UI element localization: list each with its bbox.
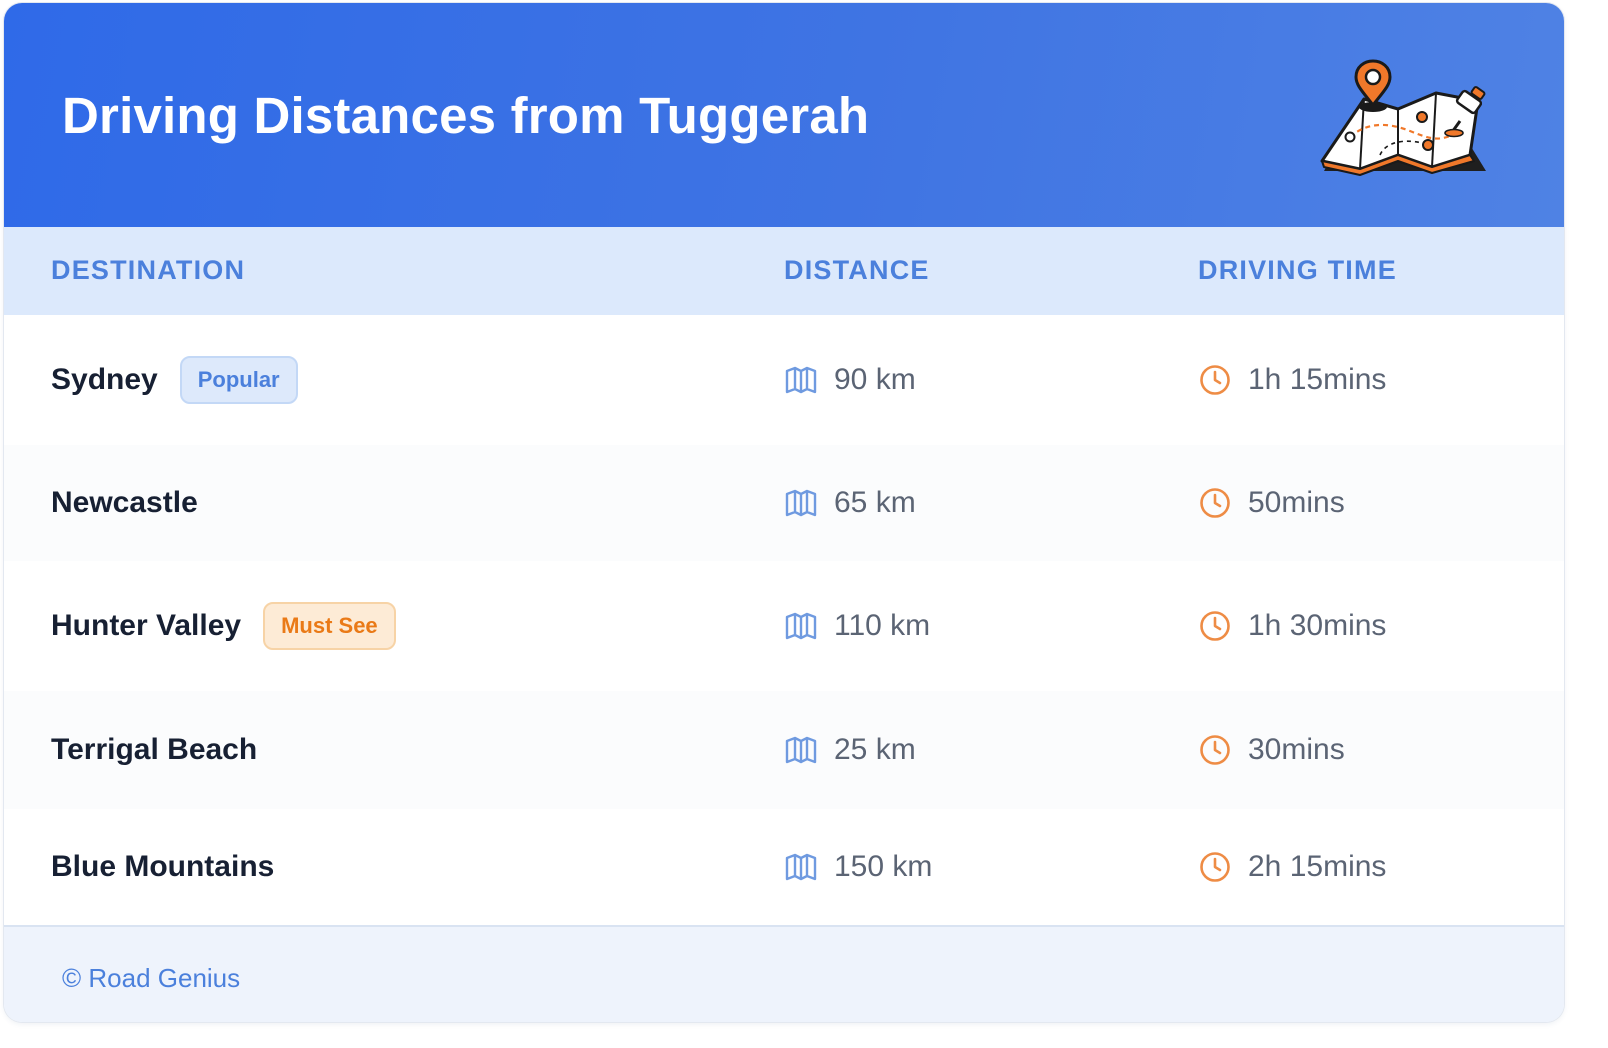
table-row: Newcastle 65 km 50mins xyxy=(4,445,1564,563)
driving-time-value: 2h 15mins xyxy=(1248,850,1387,883)
clock-icon xyxy=(1198,733,1232,767)
table-header: DESTINATION DISTANCE DRIVING TIME xyxy=(4,227,1564,317)
distance-value: 150 km xyxy=(834,850,933,883)
distance-value: 65 km xyxy=(834,486,916,519)
map-icon xyxy=(784,363,818,397)
table-row: Blue Mountains 150 km 2h 15mins xyxy=(4,809,1564,925)
page-title: Driving Distances from Tuggerah xyxy=(62,87,870,144)
map-icon xyxy=(784,850,818,884)
table-row: Terrigal Beach 25 km 30mins xyxy=(4,691,1564,811)
driving-time-value: 50mins xyxy=(1248,486,1345,519)
clock-icon xyxy=(1198,850,1232,884)
clock-icon xyxy=(1198,609,1232,643)
column-header-distance: DISTANCE xyxy=(784,255,930,285)
must-see-badge: Must See xyxy=(263,602,396,650)
card-header: Driving Distances from Tuggerah xyxy=(4,3,1564,227)
driving-time-value: 30mins xyxy=(1248,733,1345,766)
map-icon xyxy=(784,609,818,643)
clock-icon xyxy=(1198,363,1232,397)
column-header-destination: DESTINATION xyxy=(51,255,246,285)
folded-map-with-pins-icon xyxy=(1320,59,1486,176)
destination-name: Hunter Valley xyxy=(51,609,242,642)
driving-time-value: 1h 30mins xyxy=(1248,609,1387,642)
destination-name: Blue Mountains xyxy=(51,850,275,883)
clock-icon xyxy=(1198,486,1232,520)
distance-value: 110 km xyxy=(834,609,931,642)
destination-name: Newcastle xyxy=(51,486,198,519)
destination-name: Terrigal Beach xyxy=(51,733,258,766)
map-icon xyxy=(784,486,818,520)
driving-time-value: 1h 15mins xyxy=(1248,363,1387,396)
copyright-credit: © Road Genius xyxy=(62,963,241,993)
column-header-driving-time: DRIVING TIME xyxy=(1198,255,1397,285)
destination-name: Sydney xyxy=(51,363,158,396)
popular-badge: Popular xyxy=(179,356,298,404)
distance-value: 25 km xyxy=(834,733,916,766)
distance-value: 90 km xyxy=(834,363,916,396)
table-row: Hunter Valley Must See 110 km 1h 30mins xyxy=(4,561,1564,693)
distance-card: Driving Distances from Tuggerah DESTINAT… xyxy=(4,3,1564,1022)
map-icon xyxy=(784,733,818,767)
table-row: Sydney Popular 90 km 1h 15mins xyxy=(4,315,1564,447)
card-footer: © Road Genius xyxy=(4,925,1564,1022)
